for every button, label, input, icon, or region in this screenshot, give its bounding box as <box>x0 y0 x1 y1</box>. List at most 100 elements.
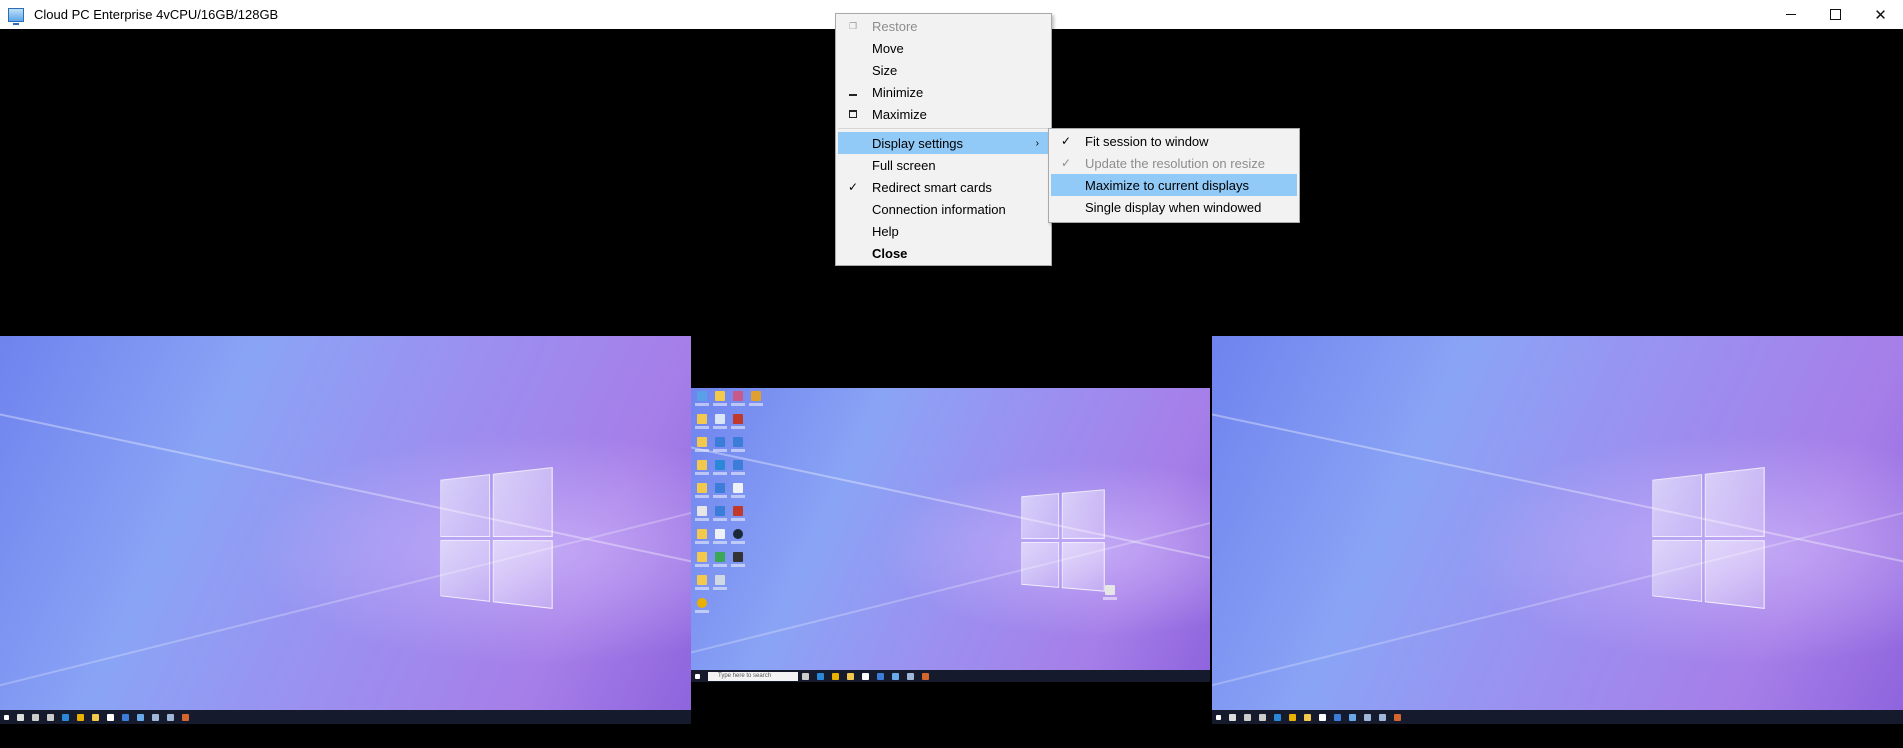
folder-icon[interactable] <box>694 414 709 429</box>
desktop-shortcut-icon[interactable] <box>730 391 745 406</box>
search-icon[interactable] <box>1229 713 1236 721</box>
desktop-shortcut-icon[interactable] <box>712 552 727 567</box>
document-icon[interactable] <box>730 483 745 498</box>
chrome-icon[interactable] <box>694 598 709 613</box>
submenu-item-fit-session[interactable]: ✓ Fit session to window <box>1051 130 1297 152</box>
app-icon[interactable] <box>1379 713 1386 721</box>
menu-item-restore[interactable]: ❐ Restore <box>838 15 1049 37</box>
desktop-shortcut-icon[interactable] <box>730 552 745 567</box>
store-icon[interactable] <box>107 713 114 721</box>
store-icon[interactable] <box>862 672 869 680</box>
document-icon[interactable] <box>712 529 727 544</box>
app-icon[interactable] <box>907 672 914 680</box>
taskbar <box>1212 710 1903 724</box>
folder-icon[interactable] <box>694 483 709 498</box>
menu-item-maximize[interactable]: Maximize <box>838 103 1049 125</box>
wallpaper <box>1212 336 1903 724</box>
app-icon[interactable] <box>152 713 159 721</box>
task-view-icon[interactable] <box>32 713 39 721</box>
folder-icon[interactable] <box>694 552 709 567</box>
task-view-icon[interactable] <box>802 672 809 680</box>
search-input[interactable]: Type here to search <box>708 671 798 681</box>
menu-item-redirect-smart-cards[interactable]: ✓ Redirect smart cards <box>838 176 1049 198</box>
widgets-icon[interactable] <box>1259 713 1266 721</box>
submenu-item-single-display[interactable]: Single display when windowed <box>1051 196 1297 218</box>
edge-icon[interactable] <box>1274 713 1281 721</box>
wallpaper <box>691 388 1210 682</box>
widgets-icon[interactable] <box>47 713 54 721</box>
desktop-shortcut-icon[interactable] <box>730 460 745 475</box>
start-icon[interactable] <box>1216 714 1221 720</box>
submenu-item-update-resolution[interactable]: ✓ Update the resolution on resize <box>1051 152 1297 174</box>
desktop-shortcut-icon[interactable] <box>748 391 763 406</box>
folder-icon[interactable] <box>694 529 709 544</box>
taskbar <box>0 710 691 724</box>
app-icon[interactable] <box>137 713 144 721</box>
desktop-shortcut-icon[interactable] <box>712 437 727 452</box>
file-explorer-icon[interactable] <box>92 713 99 721</box>
recycle-bin-icon[interactable] <box>1103 585 1117 600</box>
app-icon[interactable] <box>182 713 189 721</box>
app-icon[interactable] <box>1364 713 1371 721</box>
minimize-button[interactable] <box>1768 0 1813 29</box>
desktop-shortcut-icon[interactable] <box>730 437 745 452</box>
submenu-item-maximize-current-displays[interactable]: Maximize to current displays <box>1051 174 1297 196</box>
start-icon[interactable] <box>695 673 700 679</box>
desktop-shortcut-icon[interactable] <box>712 483 727 498</box>
app-icon[interactable] <box>1349 713 1356 721</box>
remote-display-right[interactable] <box>1212 336 1903 724</box>
remote-display-center[interactable]: Type here to search <box>691 388 1210 682</box>
steam-icon[interactable] <box>730 529 745 544</box>
desktop-shortcut-icon[interactable] <box>712 575 727 590</box>
app-icon[interactable] <box>892 672 899 680</box>
edge-icon[interactable] <box>817 672 824 680</box>
folder-icon[interactable] <box>694 460 709 475</box>
chrome-icon[interactable] <box>1289 713 1296 721</box>
window-title: Cloud PC Enterprise 4vCPU/16GB/128GB <box>34 7 279 22</box>
minimize-icon <box>846 88 860 96</box>
menu-item-size[interactable]: Size <box>838 59 1049 81</box>
remote-desktop-icon[interactable] <box>1334 713 1341 721</box>
file-explorer-icon[interactable] <box>1304 713 1311 721</box>
folder-icon[interactable] <box>694 575 709 590</box>
close-icon: ✕ <box>1874 6 1887 24</box>
remote-desktop-icon[interactable] <box>122 713 129 721</box>
desktop-shortcut-icon[interactable] <box>712 460 727 475</box>
start-icon[interactable] <box>4 714 9 720</box>
app-icon[interactable] <box>1394 713 1401 721</box>
menu-item-help[interactable]: Help <box>838 220 1049 242</box>
desktop-icons <box>693 390 764 619</box>
remote-desktop-icon[interactable] <box>877 672 884 680</box>
menu-item-close[interactable]: Close <box>838 242 1049 264</box>
app-icon[interactable] <box>922 672 929 680</box>
menu-item-full-screen[interactable]: Full screen <box>838 154 1049 176</box>
windows-logo-icon <box>1652 467 1765 609</box>
store-icon[interactable] <box>1319 713 1326 721</box>
desktop-shortcut-icon[interactable] <box>730 506 745 521</box>
desktop-shortcut-icon[interactable] <box>712 391 727 406</box>
window-controls: ✕ <box>1768 0 1903 29</box>
task-view-icon[interactable] <box>1244 713 1251 721</box>
chrome-icon[interactable] <box>77 713 84 721</box>
file-explorer-icon[interactable] <box>847 672 854 680</box>
desktop-shortcut-icon[interactable] <box>694 391 709 406</box>
desktop-shortcut-icon[interactable] <box>730 414 745 429</box>
edge-icon[interactable] <box>62 713 69 721</box>
search-icon[interactable] <box>17 713 24 721</box>
windows-logo-icon <box>1021 489 1105 592</box>
desktop-shortcut-icon[interactable] <box>694 506 709 521</box>
menu-item-display-settings[interactable]: Display settings › <box>838 132 1049 154</box>
restore-icon: ❐ <box>848 20 858 31</box>
taskbar: Type here to search <box>691 670 1210 682</box>
desktop-shortcut-icon[interactable] <box>712 506 727 521</box>
menu-item-move[interactable]: Move <box>838 37 1049 59</box>
app-icon[interactable] <box>167 713 174 721</box>
close-button[interactable]: ✕ <box>1858 0 1903 29</box>
menu-item-connection-information[interactable]: Connection information <box>838 198 1049 220</box>
remote-display-left[interactable] <box>0 336 691 724</box>
desktop-shortcut-icon[interactable] <box>712 414 727 429</box>
menu-item-minimize[interactable]: Minimize <box>838 81 1049 103</box>
folder-icon[interactable] <box>694 437 709 452</box>
chrome-icon[interactable] <box>832 672 839 680</box>
maximize-button[interactable] <box>1813 0 1858 29</box>
